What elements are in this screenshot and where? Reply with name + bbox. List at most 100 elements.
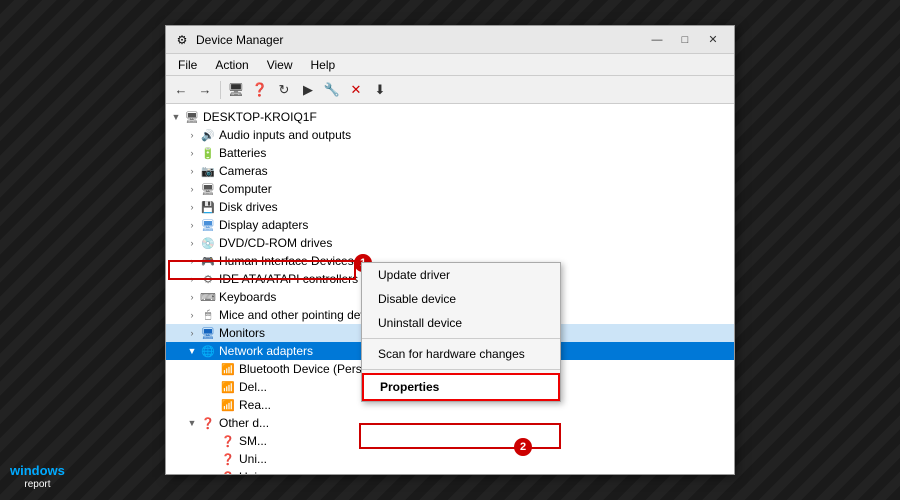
toolbar-device-manager[interactable]: 🖥 [225, 79, 247, 101]
other-icon: ❓ [200, 415, 216, 431]
toolbar: ← → 🖥 ❓ ↻ ▶ 🔧 ✕ ⬇ [166, 76, 734, 104]
cameras-label: Cameras [219, 164, 268, 178]
display-icon: 🖥 [200, 217, 216, 233]
context-menu: Update driver Disable device Uninstall d… [361, 262, 561, 402]
other1-icon: ❓ [220, 433, 236, 449]
window-controls: — □ ✕ [644, 30, 726, 50]
ctx-properties[interactable]: Properties [362, 373, 560, 401]
no-expand-sub2 [206, 381, 218, 393]
ide-icon: ⚙ [200, 271, 216, 287]
other3-label: Uni... [239, 470, 267, 474]
close-button[interactable]: ✕ [700, 30, 726, 50]
tree-item-cameras[interactable]: › 📷 Cameras [166, 162, 734, 180]
menu-view[interactable]: View [259, 56, 301, 74]
sub1-icon: 📶 [220, 361, 236, 377]
wr-logo-windows: windows [10, 463, 65, 479]
other3-icon: ❓ [220, 469, 236, 474]
expand-network[interactable]: ▼ [186, 345, 198, 357]
no-expand-sub1 [206, 363, 218, 375]
monitors-label: Monitors [219, 326, 265, 340]
menu-help[interactable]: Help [303, 56, 344, 74]
expand-monitors[interactable]: › [186, 327, 198, 339]
hid-icon: 🎮 [200, 253, 216, 269]
expand-audio[interactable]: › [186, 129, 198, 141]
tree-item-batteries[interactable]: › 🔋 Batteries [166, 144, 734, 162]
menu-action[interactable]: Action [207, 56, 256, 74]
tree-item-other2[interactable]: ❓ Uni... [166, 450, 734, 468]
expand-computer[interactable]: › [186, 183, 198, 195]
toolbar-update[interactable]: 🔧 [321, 79, 343, 101]
disk-icon: 💾 [200, 199, 216, 215]
audio-label: Audio inputs and outputs [219, 128, 351, 142]
menu-file[interactable]: File [170, 56, 205, 74]
tree-item-other1[interactable]: ❓ SM... [166, 432, 734, 450]
tree-item-computer[interactable]: › 🖥 Computer [166, 180, 734, 198]
root-icon: 🖥 [184, 109, 200, 125]
expand-batteries[interactable]: › [186, 147, 198, 159]
dvd-icon: 💿 [200, 235, 216, 251]
expand-cameras[interactable]: › [186, 165, 198, 177]
tree-item-dvd[interactable]: › 💿 DVD/CD-ROM drives [166, 234, 734, 252]
badge-2: 2 [514, 438, 532, 456]
tree-root[interactable]: ▼ 🖥 DESKTOP-KROIQ1F [166, 108, 734, 126]
keyboards-label: Keyboards [219, 290, 276, 304]
batteries-label: Batteries [219, 146, 266, 160]
toolbar-properties[interactable]: ▶ [297, 79, 319, 101]
expand-root[interactable]: ▼ [170, 111, 182, 123]
computer-label: Computer [219, 182, 272, 196]
tree-item-other3[interactable]: ❓ Uni... [166, 468, 734, 474]
title-bar-icon: ⚙ [174, 32, 190, 48]
network-label: Network adapters [219, 344, 313, 358]
keyboards-icon: ⌨ [200, 289, 216, 305]
no-expand-other2 [206, 453, 218, 465]
expand-mice[interactable]: › [186, 309, 198, 321]
ide-label: IDE ATA/ATAPI controllers [219, 272, 358, 286]
no-expand-other1 [206, 435, 218, 447]
display-label: Display adapters [219, 218, 308, 232]
sub2-label: Del... [239, 380, 267, 394]
expand-display[interactable]: › [186, 219, 198, 231]
minimize-button[interactable]: — [644, 30, 670, 50]
cameras-icon: 📷 [200, 163, 216, 179]
toolbar-help[interactable]: ❓ [249, 79, 271, 101]
ctx-scan-hardware[interactable]: Scan for hardware changes [362, 342, 560, 366]
batteries-icon: 🔋 [200, 145, 216, 161]
expand-keyboards[interactable]: › [186, 291, 198, 303]
maximize-button[interactable]: □ [672, 30, 698, 50]
title-bar-text: Device Manager [196, 33, 644, 47]
sub3-label: Rea... [239, 398, 271, 412]
network-icon: 🌐 [200, 343, 216, 359]
toolbar-remove[interactable]: ✕ [345, 79, 367, 101]
dvd-label: DVD/CD-ROM drives [219, 236, 332, 250]
disk-label: Disk drives [219, 200, 278, 214]
no-expand-sub3 [206, 399, 218, 411]
toolbar-down[interactable]: ⬇ [369, 79, 391, 101]
ctx-uninstall-device[interactable]: Uninstall device [362, 311, 560, 335]
computer-icon: 🖥 [200, 181, 216, 197]
expand-other[interactable]: ▼ [186, 417, 198, 429]
tree-item-display[interactable]: › 🖥 Display adapters [166, 216, 734, 234]
expand-hid[interactable]: › [186, 255, 198, 267]
expand-disk[interactable]: › [186, 201, 198, 213]
other2-icon: ❓ [220, 451, 236, 467]
toolbar-back[interactable]: ← [170, 79, 192, 101]
other1-label: SM... [239, 434, 267, 448]
tree-item-other[interactable]: ▼ ❓ Other d... [166, 414, 734, 432]
title-bar: ⚙ Device Manager — □ ✕ [166, 26, 734, 54]
toolbar-separator-1 [220, 81, 221, 99]
toolbar-forward[interactable]: → [194, 79, 216, 101]
ctx-update-driver[interactable]: Update driver [362, 263, 560, 287]
toolbar-scan[interactable]: ↻ [273, 79, 295, 101]
ctx-disable-device[interactable]: Disable device [362, 287, 560, 311]
tree-item-disk[interactable]: › 💾 Disk drives [166, 198, 734, 216]
device-manager-window: ⚙ Device Manager — □ ✕ File Action View … [165, 25, 735, 475]
sub3-icon: 📶 [220, 397, 236, 413]
expand-dvd[interactable]: › [186, 237, 198, 249]
hid-label: Human Interface Devices [219, 254, 354, 268]
root-label: DESKTOP-KROIQ1F [203, 110, 317, 124]
expand-ide[interactable]: › [186, 273, 198, 285]
other2-label: Uni... [239, 452, 267, 466]
tree-item-audio[interactable]: › 🔊 Audio inputs and outputs [166, 126, 734, 144]
sub2-icon: 📶 [220, 379, 236, 395]
other-label: Other d... [219, 416, 269, 430]
